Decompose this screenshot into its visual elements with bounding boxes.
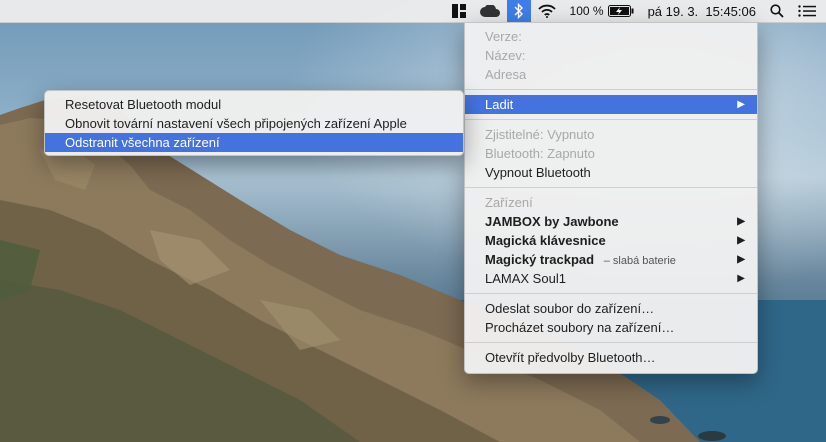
submenu-arrow-icon: ▶	[737, 254, 745, 265]
low-battery-note: – slabá baterie	[603, 255, 676, 267]
menu-bar: 100 % pá 19. 3. 15:45:06	[0, 0, 826, 23]
device-name: LAMAX Soul1	[485, 271, 566, 286]
menu-item-debug-label: Ladit	[485, 97, 514, 112]
menu-item-turn-off-bluetooth[interactable]: Vypnout Bluetooth	[465, 163, 757, 182]
datetime: pá 19. 3. 15:45:06	[647, 3, 756, 19]
menu-item-open-bluetooth-preferences[interactable]: Otevřít předvolby Bluetooth…	[465, 348, 757, 367]
notification-center-icon[interactable]	[791, 0, 826, 22]
window-layout-icon[interactable]	[445, 0, 473, 22]
debug-submenu: Resetovat Bluetooth modul Obnovit továrn…	[44, 90, 464, 156]
menu-separator	[465, 293, 757, 294]
device-name: JAMBOX by Jawbone	[485, 214, 619, 229]
device-item-magic-trackpad[interactable]: Magický trackpad – slabá baterie ▶	[465, 250, 757, 269]
menu-item-factory-reset-apple-devices[interactable]: Obnovit tovární nastavení všech připojen…	[45, 114, 463, 133]
device-item-lamax-soul1[interactable]: LAMAX Soul1 ▶	[465, 269, 757, 288]
menu-item-remove-all-devices[interactable]: Odstranit všechna zařízení	[45, 133, 463, 152]
submenu-arrow-icon: ▶	[737, 235, 745, 246]
cloud-icon[interactable]	[473, 0, 507, 22]
battery-status[interactable]: 100 %	[563, 0, 641, 22]
bluetooth-menu: Verze: Název: Adresa Ladit ▶ Zjistitelné…	[464, 22, 758, 374]
submenu-arrow-icon: ▶	[737, 216, 745, 227]
bluetooth-name-label: Název:	[485, 48, 526, 63]
menu-separator	[465, 119, 757, 120]
menu-item-debug[interactable]: Ladit ▶	[465, 95, 757, 114]
device-item-magic-keyboard[interactable]: Magická klávesnice ▶	[465, 231, 757, 250]
submenu-arrow-icon: ▶	[737, 273, 745, 284]
device-name: Magická klávesnice	[485, 233, 606, 248]
bluetooth-state-status: Bluetooth: Zapnuto	[485, 146, 595, 161]
discoverable-status: Zjistitelné: Vypnuto	[485, 127, 595, 142]
submenu-arrow-icon: ▶	[737, 99, 745, 110]
battery-percent: 100 %	[569, 4, 604, 18]
bluetooth-version-label: Verze:	[485, 29, 522, 44]
bluetooth-icon[interactable]	[506, 0, 531, 22]
menu-item-browse-files[interactable]: Procházet soubory na zařízení…	[465, 318, 757, 337]
clock[interactable]: pá 19. 3. 15:45:06	[641, 0, 763, 22]
bluetooth-address-label: Adresa	[485, 67, 527, 82]
wifi-icon[interactable]	[531, 0, 563, 22]
devices-header: Zařízení	[485, 195, 533, 210]
battery-charging-icon	[607, 5, 634, 17]
menu-item-reset-bluetooth-module[interactable]: Resetovat Bluetooth modul	[45, 95, 463, 114]
device-item-jambox[interactable]: JAMBOX by Jawbone ▶	[465, 212, 757, 231]
menu-item-send-file[interactable]: Odeslat soubor do zařízení…	[465, 299, 757, 318]
menu-separator	[465, 89, 757, 90]
menu-separator	[465, 342, 757, 343]
device-name: Magický trackpad	[485, 252, 595, 267]
menu-separator	[465, 187, 757, 188]
search-icon[interactable]	[763, 0, 791, 22]
